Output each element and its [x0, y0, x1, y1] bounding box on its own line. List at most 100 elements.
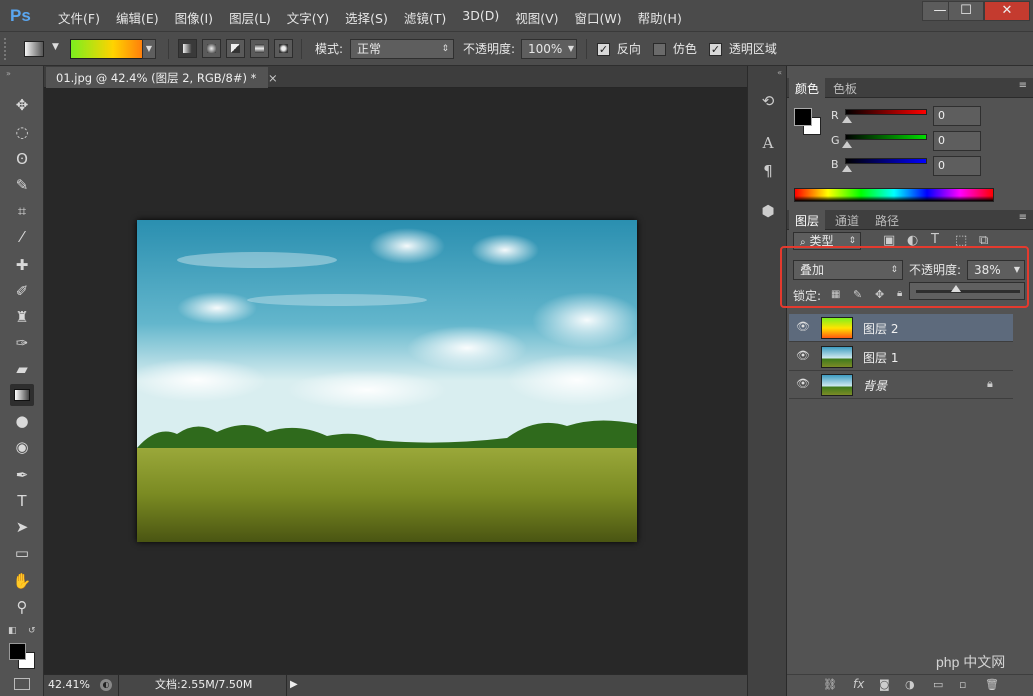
quick-select-tool-icon[interactable]: ✎ — [10, 174, 34, 196]
marquee-tool-icon[interactable]: ◌ — [10, 121, 34, 143]
eraser-tool-icon[interactable]: ▰ — [10, 358, 34, 380]
blend-mode-select[interactable]: 叠加 ⇕ — [793, 260, 903, 280]
tab-swatches[interactable]: 色板 — [827, 78, 863, 98]
lock-all-icon[interactable]: 🔒︎ — [897, 288, 902, 299]
crop-tool-icon[interactable]: ⌗ — [10, 200, 34, 222]
brush-tool-icon[interactable]: ✐ — [10, 280, 34, 302]
collapse-icon[interactable]: » — [6, 69, 11, 78]
lock-image-icon[interactable]: ✎ — [853, 288, 862, 301]
angle-gradient-button[interactable] — [226, 39, 245, 58]
swap-colors-icon[interactable]: ↺ — [28, 626, 36, 636]
menu-layer[interactable]: 图层(L) — [221, 8, 279, 27]
new-layer-icon[interactable]: ▫ — [959, 678, 966, 691]
foreground-swatch[interactable] — [794, 108, 812, 126]
image-filter-icon[interactable]: ▣ — [883, 233, 895, 248]
rectangle-tool-icon[interactable]: ▭ — [10, 542, 34, 564]
opacity-slider-track[interactable] — [916, 290, 1020, 293]
reflected-gradient-button[interactable] — [250, 39, 269, 58]
clone-stamp-tool-icon[interactable]: ♜ — [10, 306, 34, 328]
lock-position-icon[interactable]: ✥ — [875, 288, 884, 301]
layer-row-layer1[interactable]: 👁︎ 图层 1 — [789, 343, 1013, 371]
opacity-slider-thumb[interactable] — [950, 285, 961, 292]
layer-filter-select[interactable]: ⌕ 类型 ⇕ — [793, 232, 861, 250]
menu-edit[interactable]: 编辑(E) — [108, 8, 167, 27]
blue-value[interactable]: 0 — [933, 156, 981, 176]
blur-tool-icon[interactable]: ● — [10, 410, 34, 432]
menu-3d[interactable]: 3D(D) — [454, 8, 507, 27]
green-slider[interactable] — [845, 134, 927, 140]
layer-name[interactable]: 背景 — [863, 377, 887, 394]
fx-icon[interactable]: fx — [853, 677, 864, 691]
gradient-picker[interactable]: ▼ — [70, 39, 156, 59]
path-select-tool-icon[interactable]: ➤ — [10, 516, 34, 538]
layer-name[interactable]: 图层 2 — [863, 320, 898, 337]
slider-thumb-icon[interactable] — [842, 165, 852, 172]
tab-layers[interactable]: 图层 — [789, 210, 826, 230]
layer-name[interactable]: 图层 1 — [863, 349, 898, 366]
layer-row-layer2[interactable]: 👁︎ 图层 2 — [789, 314, 1013, 342]
eyedropper-tool-icon[interactable]: ⁄ — [10, 226, 34, 248]
link-icon[interactable]: ⛓ — [823, 678, 837, 691]
color-spectrum-bar[interactable] — [794, 188, 994, 202]
red-slider[interactable] — [845, 109, 927, 115]
adjustment-filter-icon[interactable]: ◐ — [907, 233, 918, 248]
foreground-color-swatch[interactable] — [9, 643, 26, 660]
history-panel-icon[interactable]: ⟲ — [756, 90, 780, 112]
canvas-area[interactable] — [44, 88, 747, 674]
menu-select[interactable]: 选择(S) — [337, 8, 396, 27]
menu-help[interactable]: 帮助(H) — [630, 8, 690, 27]
menu-file[interactable]: 文件(F) — [50, 8, 108, 27]
menu-filter[interactable]: 滤镜(T) — [396, 8, 454, 27]
move-tool-icon[interactable]: ✥ — [10, 94, 34, 116]
slider-thumb-icon[interactable] — [842, 141, 852, 148]
lasso-tool-icon[interactable]: ʘ — [10, 148, 34, 170]
menu-type[interactable]: 文字(Y) — [279, 8, 337, 27]
dither-checkbox[interactable]: 仿色 — [653, 39, 697, 59]
menu-image[interactable]: 图像(I) — [167, 8, 221, 27]
adjustment-icon[interactable]: ◑ — [905, 678, 915, 691]
document-tab[interactable]: 01.jpg @ 42.4% (图层 2, RGB/8#) * × — [46, 67, 278, 88]
tab-channels[interactable]: 通道 — [829, 210, 865, 230]
healing-brush-tool-icon[interactable]: ✚ — [10, 254, 34, 276]
character-panel-icon[interactable]: A — [756, 132, 780, 154]
hand-tool-icon[interactable]: ✋ — [10, 570, 34, 592]
trash-icon[interactable]: 🗑︎ — [985, 678, 999, 691]
mask-icon[interactable]: ◙ — [879, 678, 890, 691]
smart-object-filter-icon[interactable]: ⧉ — [979, 233, 988, 248]
diamond-gradient-button[interactable] — [274, 39, 293, 58]
expand-icon[interactable]: « — [777, 68, 782, 77]
shape-filter-icon[interactable]: ⬚ — [955, 233, 967, 248]
panel-menu-icon[interactable]: ≡ — [1019, 80, 1027, 91]
radial-gradient-button[interactable] — [202, 39, 221, 58]
close-window-button[interactable]: ✕ — [984, 1, 1030, 21]
gradient-tool-button[interactable] — [10, 384, 34, 406]
tab-paths[interactable]: 路径 — [869, 210, 905, 230]
history-brush-tool-icon[interactable]: ✑ — [10, 332, 34, 354]
opacity-input[interactable]: 100% ▼ — [521, 39, 577, 59]
group-icon[interactable]: ▭ — [933, 678, 943, 691]
menu-window[interactable]: 窗口(W) — [567, 8, 630, 27]
eye-icon[interactable]: 👁︎ — [795, 377, 811, 390]
type-tool-icon[interactable]: T — [10, 490, 34, 512]
blue-slider[interactable] — [845, 158, 927, 164]
play-arrow-icon[interactable]: ▶ — [290, 675, 298, 695]
transparency-checkbox[interactable]: ✓ 透明区域 — [709, 39, 777, 59]
status-menu-icon[interactable]: ◐ — [100, 679, 112, 691]
linear-gradient-button[interactable] — [178, 39, 197, 58]
quick-mask-icon[interactable] — [14, 678, 30, 690]
layer-opacity-input[interactable]: 38% ▼ — [967, 260, 1025, 280]
opacity-popup-slider[interactable] — [909, 282, 1025, 300]
zoom-level[interactable]: 42.41% — [48, 675, 90, 695]
reverse-checkbox[interactable]: ✓ 反向 — [597, 39, 641, 59]
tab-color[interactable]: 颜色 — [789, 78, 826, 98]
tool-preset-picker[interactable]: ▼ — [24, 39, 62, 59]
eye-icon[interactable]: 👁︎ — [795, 349, 811, 362]
mode-select[interactable]: 正常 ⇕ — [350, 39, 454, 59]
lock-transparent-icon[interactable]: ▦ — [831, 289, 840, 300]
red-value[interactable]: 0 — [933, 106, 981, 126]
eye-icon[interactable]: 👁︎ — [795, 320, 811, 333]
panel-menu-icon[interactable]: ≡ — [1019, 212, 1027, 223]
default-colors-icon[interactable]: ◧ — [8, 626, 17, 636]
maximize-button[interactable]: ☐ — [948, 1, 984, 21]
close-tab-icon[interactable]: × — [268, 71, 278, 85]
